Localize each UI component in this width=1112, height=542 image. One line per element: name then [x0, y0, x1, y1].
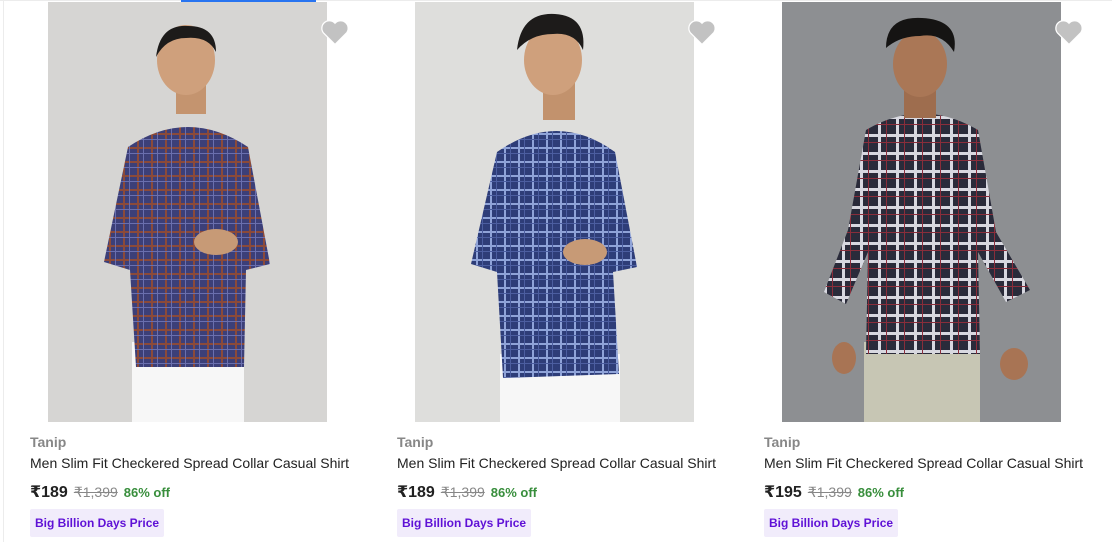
product-price: ₹195 [764, 484, 802, 501]
offer-badge: Big Billion Days Price [30, 509, 165, 537]
product-price: ₹189 [397, 484, 435, 501]
product-card[interactable]: Tanip Men Slim Fit Checkered Spread Coll… [734, 0, 1101, 542]
product-brand: Tanip [30, 434, 67, 450]
heart-icon[interactable] [320, 18, 350, 46]
product-image[interactable] [48, 2, 327, 422]
discount-label: 86% off [490, 485, 538, 500]
product-brand: Tanip [397, 434, 434, 450]
product-image[interactable] [782, 2, 1061, 422]
product-title[interactable]: Men Slim Fit Checkered Spread Collar Cas… [397, 455, 717, 471]
price-row: ₹189 ₹1,399 86% off [397, 482, 537, 502]
discount-label: 86% off [123, 485, 171, 500]
product-mrp: ₹1,399 [73, 484, 118, 500]
offer-badge: Big Billion Days Price [764, 509, 899, 537]
price-row: ₹195 ₹1,399 86% off [764, 482, 904, 502]
product-brand: Tanip [764, 434, 801, 450]
product-card[interactable]: Tanip Men Slim Fit Checkered Spread Coll… [367, 0, 734, 542]
product-image[interactable] [415, 2, 694, 422]
product-mrp: ₹1,399 [440, 484, 485, 500]
discount-label: 86% off [857, 485, 905, 500]
heart-icon[interactable] [687, 18, 717, 46]
product-mrp: ₹1,399 [807, 484, 852, 500]
product-title[interactable]: Men Slim Fit Checkered Spread Collar Cas… [764, 455, 1084, 471]
offer-badge: Big Billion Days Price [397, 509, 532, 537]
product-price: ₹189 [30, 484, 68, 501]
heart-icon[interactable] [1054, 18, 1084, 46]
price-row: ₹189 ₹1,399 86% off [30, 482, 170, 502]
product-title[interactable]: Men Slim Fit Checkered Spread Collar Cas… [30, 455, 350, 471]
product-card[interactable]: Tanip Men Slim Fit Checkered Spread Coll… [0, 0, 367, 542]
